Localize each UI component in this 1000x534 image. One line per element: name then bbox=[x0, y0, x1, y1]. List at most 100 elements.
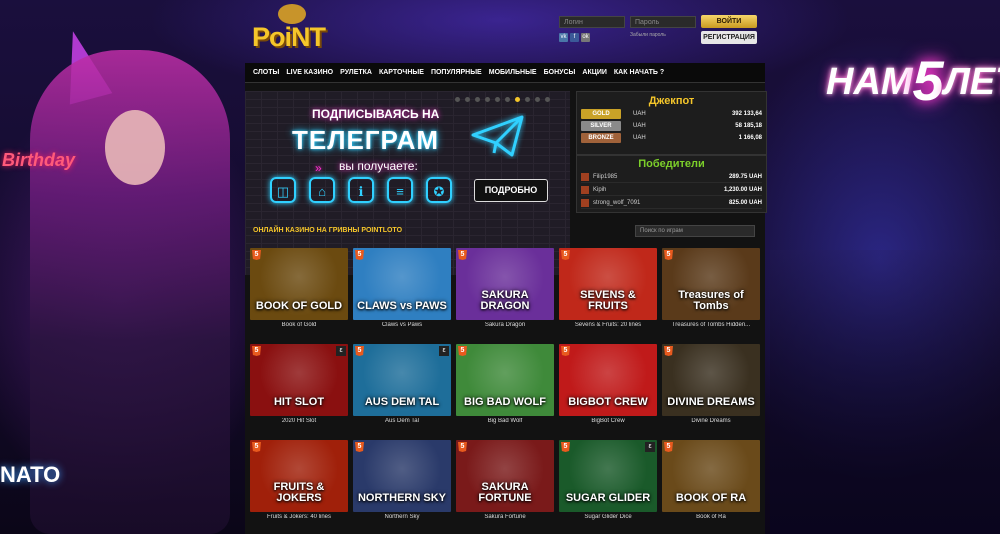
game-name: Book of Gold bbox=[281, 322, 317, 328]
slide-dot[interactable] bbox=[505, 97, 510, 102]
game-thumbnail[interactable]: BIGBOT CREW 5 bbox=[559, 344, 657, 416]
winner-row[interactable]: Kipih 1,230.00 UAH bbox=[581, 184, 762, 196]
register-button[interactable]: РЕГИСТРАЦИЯ bbox=[701, 31, 757, 44]
winner-name: Filip1985 bbox=[593, 173, 618, 180]
logo-text: PoiNT bbox=[252, 22, 326, 52]
slide-dot[interactable] bbox=[545, 97, 550, 102]
nav-item[interactable]: ПОПУЛЯРНЫЕ bbox=[431, 69, 482, 76]
game-thumbnail[interactable]: Treasures of Tombs 5 bbox=[662, 248, 760, 320]
game-thumbnail[interactable]: BIG BAD WOLF 5 bbox=[456, 344, 554, 416]
banner-pagination bbox=[455, 97, 550, 102]
game-card[interactable]: HIT SLOT 5 ε 2020 Hit Slot bbox=[250, 344, 348, 424]
nav-item[interactable]: БОНУСЫ bbox=[544, 69, 576, 76]
winner-name: Kipih bbox=[593, 186, 607, 193]
main-panel: СЛОТЫ LIVE КАЗИНО РУЛЕТКА КАРТОЧНЫЕ ПОПУЛЯРН… bbox=[245, 63, 767, 534]
slide-dot[interactable] bbox=[495, 97, 500, 102]
slide-dot[interactable] bbox=[485, 97, 490, 102]
game-thumbnail[interactable]: BOOK OF RA 5 bbox=[662, 440, 760, 512]
site-logo[interactable]: PoiNT bbox=[252, 4, 332, 56]
html5-badge-icon: 5 bbox=[355, 346, 364, 356]
winners-title: Победители bbox=[638, 158, 705, 170]
html5-badge-icon: 5 bbox=[561, 346, 570, 356]
game-card[interactable]: Treasures of Tombs 5 Treasures of Tombs Hi… bbox=[662, 248, 760, 328]
game-thumbnail[interactable]: AUS DEM TAL 5 ε bbox=[353, 344, 451, 416]
nav-item[interactable]: РУЛЕТКА bbox=[340, 69, 372, 76]
game-art-title: SEVENS & FRUITS bbox=[580, 289, 636, 312]
nav-item[interactable]: СЛОТЫ bbox=[253, 69, 279, 76]
game-name: Sevens & Fruits: 20 lines bbox=[574, 322, 642, 328]
social-vk-icon[interactable]: vk bbox=[559, 33, 568, 42]
game-thumbnail-icon bbox=[581, 198, 589, 207]
winner-amount: 289.75 UAH bbox=[728, 173, 762, 180]
html5-badge-icon: 5 bbox=[355, 442, 364, 452]
nav-item[interactable]: КАК НАЧАТЬ ? bbox=[614, 69, 664, 76]
slide-dot[interactable] bbox=[525, 97, 530, 102]
game-art-title: CLAWS vs PAWS bbox=[357, 300, 447, 312]
nav-item[interactable]: КАРТОЧНЫЕ bbox=[379, 69, 424, 76]
password-input[interactable]: Пароль bbox=[630, 16, 696, 28]
background-sign: NATO bbox=[0, 462, 61, 487]
jackpot-tier-badge: BRONZE bbox=[581, 132, 621, 143]
game-card[interactable]: SEVENS & FRUITS 5 Sevens & Fruits: 20 line… bbox=[559, 248, 657, 328]
game-art-title: NORTHERN SKY bbox=[357, 492, 446, 504]
anniversary-post: ЛЕТ bbox=[943, 61, 1000, 103]
game-card[interactable]: DIVINE DREAMS 5 Divine Dreams bbox=[662, 344, 760, 424]
html5-badge-icon: 5 bbox=[458, 346, 467, 356]
more-details-button[interactable]: ПОДРОБНО bbox=[474, 179, 548, 202]
game-card[interactable]: AUS DEM TAL 5 ε Aus Dem Tal bbox=[353, 344, 451, 424]
game-name: Divine Dreams bbox=[691, 418, 731, 424]
nav-item[interactable]: МОБИЛЬНЫЕ bbox=[489, 69, 537, 76]
game-card[interactable]: NORTHERN SKY 5 Northern Sky bbox=[353, 440, 451, 520]
game-card[interactable]: BOOK OF GOLD 5 Book of Gold bbox=[250, 248, 348, 328]
jackpot-panel: Джекпот GOLD UAH 392 133,64 SILVER UAH 58 185… bbox=[576, 91, 767, 155]
html5-badge-icon: 5 bbox=[252, 250, 261, 260]
anniversary-number: 5 bbox=[912, 49, 944, 112]
html5-badge-icon: 5 bbox=[252, 346, 261, 356]
html5-badge-icon: 5 bbox=[664, 250, 673, 260]
game-thumbnail[interactable]: DIVINE DREAMS 5 bbox=[662, 344, 760, 416]
game-thumbnail[interactable]: FRUITS & JOKERS 5 bbox=[250, 440, 348, 512]
game-thumbnail[interactable]: CLAWS vs PAWS 5 bbox=[353, 248, 451, 320]
nav-item[interactable]: АКЦИИ bbox=[582, 69, 607, 76]
game-thumbnail[interactable]: SAKURA FORTUNE 5 bbox=[456, 440, 554, 512]
game-art-title: DIVINE DREAMS bbox=[667, 396, 755, 408]
game-thumbnail[interactable]: BOOK OF GOLD 5 bbox=[250, 248, 348, 320]
slide-dot[interactable] bbox=[475, 97, 480, 102]
nav-item[interactable]: LIVE КАЗИНО bbox=[286, 69, 333, 76]
game-name: 2020 Hit Slot bbox=[281, 418, 317, 424]
slide-dot[interactable] bbox=[455, 97, 460, 102]
game-name: Sakura Dragon bbox=[484, 322, 526, 328]
winner-row[interactable]: strong_wolf_7091 825.00 UAH bbox=[581, 197, 762, 209]
game-card[interactable]: SUGAR GLIDER 5 ε Sugar Glider Dice bbox=[559, 440, 657, 520]
html5-badge-icon: 5 bbox=[252, 442, 261, 452]
main-navigation: СЛОТЫ LIVE КАЗИНО РУЛЕТКА КАРТОЧНЫЕ ПОПУЛЯРН… bbox=[245, 63, 765, 83]
jackpot-rows: GOLD UAH 392 133,64 SILVER UAH 58 185,18 BRONZ… bbox=[577, 108, 766, 143]
game-thumbnail[interactable]: SUGAR GLIDER 5 ε bbox=[559, 440, 657, 512]
game-thumbnail[interactable]: NORTHERN SKY 5 bbox=[353, 440, 451, 512]
game-search-input[interactable]: Поиск по играм bbox=[635, 225, 755, 237]
game-thumbnail[interactable]: SAKURA DRAGON 5 bbox=[456, 248, 554, 320]
game-card[interactable]: BIGBOT CREW 5 BigBot Crew bbox=[559, 344, 657, 424]
social-f-icon[interactable]: f bbox=[570, 33, 579, 42]
game-card[interactable]: SAKURA DRAGON 5 Sakura Dragon bbox=[456, 248, 554, 328]
slide-dot[interactable] bbox=[535, 97, 540, 102]
game-thumbnail[interactable]: HIT SLOT 5 ε bbox=[250, 344, 348, 416]
login-button[interactable]: ВОЙТИ bbox=[701, 15, 757, 28]
slide-dot[interactable] bbox=[515, 97, 520, 102]
winner-row[interactable]: Filip1985 289.75 UAH bbox=[581, 171, 762, 183]
social-ok-icon[interactable]: ok bbox=[581, 33, 590, 42]
login-input[interactable]: Логин bbox=[559, 16, 625, 28]
game-thumbnail[interactable]: SEVENS & FRUITS 5 bbox=[559, 248, 657, 320]
game-name: Big Bad Wolf bbox=[487, 418, 523, 424]
game-card[interactable]: FRUITS & JOKERS 5 Fruits & Jokers: 40 line… bbox=[250, 440, 348, 520]
game-card[interactable]: CLAWS vs PAWS 5 Claws vs Paws bbox=[353, 248, 451, 328]
slide-dot[interactable] bbox=[465, 97, 470, 102]
winner-name: strong_wolf_7091 bbox=[593, 199, 641, 206]
winners-panel: Победители Filip1985 289.75 UAH Kipih 1,230… bbox=[576, 155, 767, 213]
game-card[interactable]: BIG BAD WOLF 5 Big Bad Wolf bbox=[456, 344, 554, 424]
jackpot-row: GOLD UAH 392 133,64 bbox=[581, 108, 762, 119]
game-card[interactable]: BOOK OF RA 5 Book of Ra bbox=[662, 440, 760, 520]
game-card[interactable]: SAKURA FORTUNE 5 Sakura Fortune bbox=[456, 440, 554, 520]
forgot-password-link[interactable]: Забыли пароль bbox=[630, 32, 666, 38]
cat-logo-icon bbox=[278, 4, 306, 24]
